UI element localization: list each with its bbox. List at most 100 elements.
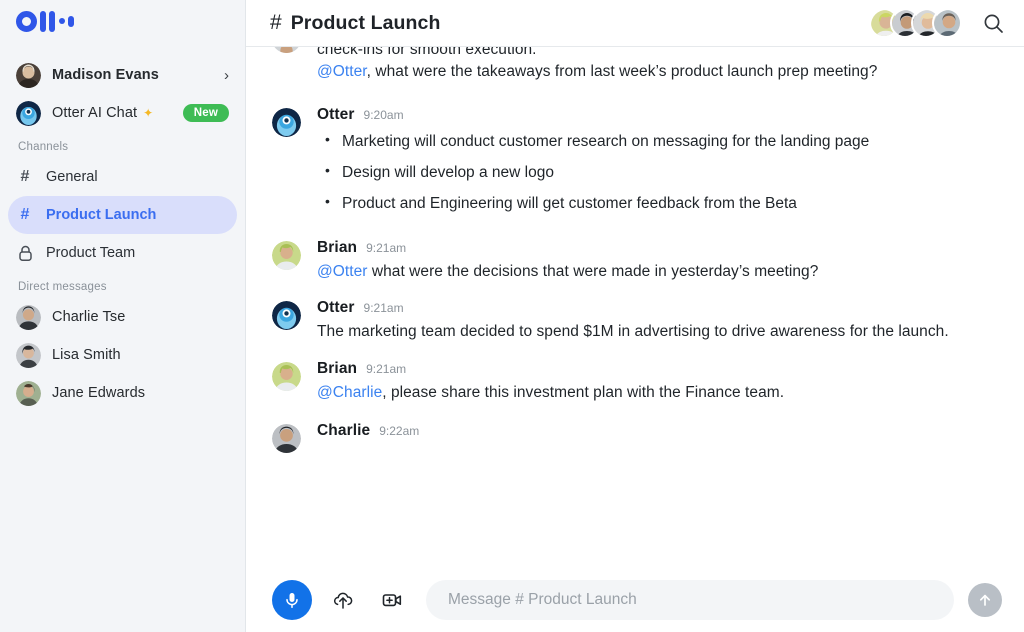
cloud-upload-icon[interactable] — [325, 582, 361, 618]
sidebar-channel-label: Product Team — [46, 245, 136, 261]
message-header: Otter 9:20am — [317, 106, 998, 124]
message-author: Brian — [317, 359, 358, 377]
send-button[interactable] — [968, 582, 1002, 617]
sidebar-channel-label: General — [46, 169, 98, 185]
message-body: Otter 9:20am Marketing will conduct cust… — [317, 106, 998, 224]
sidebar-otter-ai-chat-label: Otter AI Chat — [52, 105, 138, 121]
message-body: Otter 9:21am The marketing team decided … — [317, 299, 998, 343]
sidebar-dm-lisa-smith[interactable]: Lisa Smith — [8, 336, 237, 374]
message-timestamp: 9:21am — [363, 301, 404, 316]
message-body: Brian 9:21am @Otter what were the decisi… — [317, 239, 998, 283]
message-item: Brian 9:21am @Otter what were the decisi… — [272, 239, 998, 283]
sidebar: Madison Evans › Otter AI Chat ✦ New Chan… — [0, 0, 246, 632]
avatar — [16, 342, 41, 368]
sidebar-dm-label: Charlie Tse — [52, 309, 126, 325]
message-timestamp: 9:22am — [379, 424, 420, 439]
header-actions — [869, 8, 1008, 38]
message-text-rest: , please share this investment plan with… — [382, 383, 785, 401]
sidebar-dm-label: Jane Edwards — [52, 385, 146, 401]
message-text-rest: what were the decisions that were made i… — [367, 262, 819, 280]
logo-bar-3-group — [68, 11, 74, 32]
otter-avatar-icon — [272, 301, 301, 331]
channels-section-title: Channels — [18, 141, 69, 153]
sidebar-channel-label: Product Launch — [46, 207, 157, 223]
sidebar-dm-charlie-tse[interactable]: Charlie Tse — [8, 298, 237, 336]
message-item: Otter 9:21am The marketing team decided … — [272, 299, 998, 343]
otter-logo[interactable] — [16, 9, 245, 33]
message-bullet-list: Marketing will conduct customer research… — [317, 130, 998, 215]
hash-icon: # — [20, 168, 30, 185]
message-body: Charlie 9:22am — [317, 422, 998, 453]
message-timestamp: 9:20am — [363, 107, 404, 122]
main-panel: # Product Launch check-ins for smooth ex… — [246, 0, 1024, 632]
hash-icon: # — [270, 11, 282, 34]
message-author: Brian — [317, 238, 358, 256]
message-text-line1: check-ins for smooth execution. — [317, 47, 537, 58]
search-icon[interactable] — [978, 8, 1008, 38]
message-text: @Charlie, please share this investment p… — [317, 382, 998, 404]
bullet-item: Marketing will conduct customer research… — [317, 130, 998, 153]
sidebar-user-name: Madison Evans — [52, 67, 159, 83]
message-composer — [246, 567, 1024, 632]
message-body: check-ins for smooth execution. @Otter, … — [317, 47, 998, 84]
direct-messages-section-title: Direct messages — [18, 281, 107, 293]
message-text-rest: , what were the takeaways from last week… — [366, 63, 878, 81]
mention-otter[interactable]: @Otter — [317, 263, 368, 280]
message-text: @Otter what were the decisions that were… — [317, 261, 998, 283]
video-add-icon[interactable] — [374, 582, 410, 618]
logo-bar-3-icon — [68, 15, 74, 27]
message-header: Brian 9:21am — [317, 239, 998, 257]
avatar — [272, 424, 301, 454]
sidebar-dm-jane-edwards[interactable]: Jane Edwards — [8, 374, 237, 412]
logo-bar-2-icon — [49, 10, 55, 32]
logo-bar-1-icon — [40, 10, 46, 32]
message-item: Charlie 9:22am — [272, 422, 998, 454]
avatar — [272, 361, 301, 391]
message-header: Brian 9:21am — [317, 360, 998, 378]
sidebar-item-product-launch[interactable]: # Product Launch — [8, 196, 237, 234]
message-header: Otter 9:21am — [317, 299, 998, 317]
page-title: Product Launch — [290, 11, 441, 34]
avatar — [272, 47, 301, 53]
message-body: Brian 9:21am @Charlie, please share this… — [317, 360, 998, 404]
new-badge: New — [182, 104, 229, 122]
avatar — [16, 62, 41, 88]
member-avatar-stack[interactable] — [869, 8, 962, 38]
message-item: Otter 9:20am Marketing will conduct cust… — [272, 106, 998, 224]
message-item: Brian 9:21am @Charlie, please share this… — [272, 360, 998, 404]
message-input[interactable] — [426, 579, 954, 620]
avatar — [932, 8, 962, 38]
bullet-item: Design will develop a new logo — [317, 161, 998, 184]
message-author: Otter — [317, 105, 355, 123]
avatar — [16, 380, 41, 406]
message-text: The marketing team decided to spend $1M … — [317, 323, 949, 341]
bullet-item: Product and Engineering will get custome… — [317, 192, 998, 215]
message-header: Charlie 9:22am — [317, 422, 998, 440]
lock-icon — [16, 245, 34, 262]
avatar — [272, 240, 301, 270]
microphone-icon[interactable] — [272, 579, 312, 620]
sidebar-item-otter-ai-chat[interactable]: Otter AI Chat ✦ New — [8, 94, 237, 132]
logo-ring-icon — [16, 10, 37, 32]
message-timestamp: 9:21am — [366, 361, 407, 376]
sidebar-user-madison-evans[interactable]: Madison Evans › — [8, 56, 237, 94]
message-text-line2: @Otter, what were the takeaways from las… — [317, 61, 998, 83]
mention-charlie[interactable]: @Charlie — [317, 384, 382, 401]
channel-header: # Product Launch — [246, 0, 1024, 47]
avatar — [16, 304, 41, 330]
message-list[interactable]: check-ins for smooth execution. @Otter, … — [246, 47, 1024, 567]
hash-icon: # — [20, 206, 30, 223]
chevron-right-icon[interactable]: › — [224, 68, 229, 83]
sidebar-dm-label: Lisa Smith — [52, 347, 121, 363]
otter-avatar-icon — [16, 100, 41, 126]
sidebar-item-general[interactable]: # General — [8, 158, 237, 196]
otter-chat-app: Madison Evans › Otter AI Chat ✦ New Chan… — [0, 0, 1024, 632]
sidebar-item-product-team[interactable]: Product Team — [8, 234, 237, 272]
otter-avatar-icon — [272, 107, 301, 137]
logo-dot-icon — [59, 18, 65, 24]
message-item: check-ins for smooth execution. @Otter, … — [272, 47, 998, 84]
message-timestamp: 9:21am — [366, 240, 407, 255]
mention-otter[interactable]: @Otter — [317, 63, 367, 80]
logo-container[interactable] — [0, 0, 245, 46]
sparkle-icon: ✦ — [143, 106, 154, 120]
